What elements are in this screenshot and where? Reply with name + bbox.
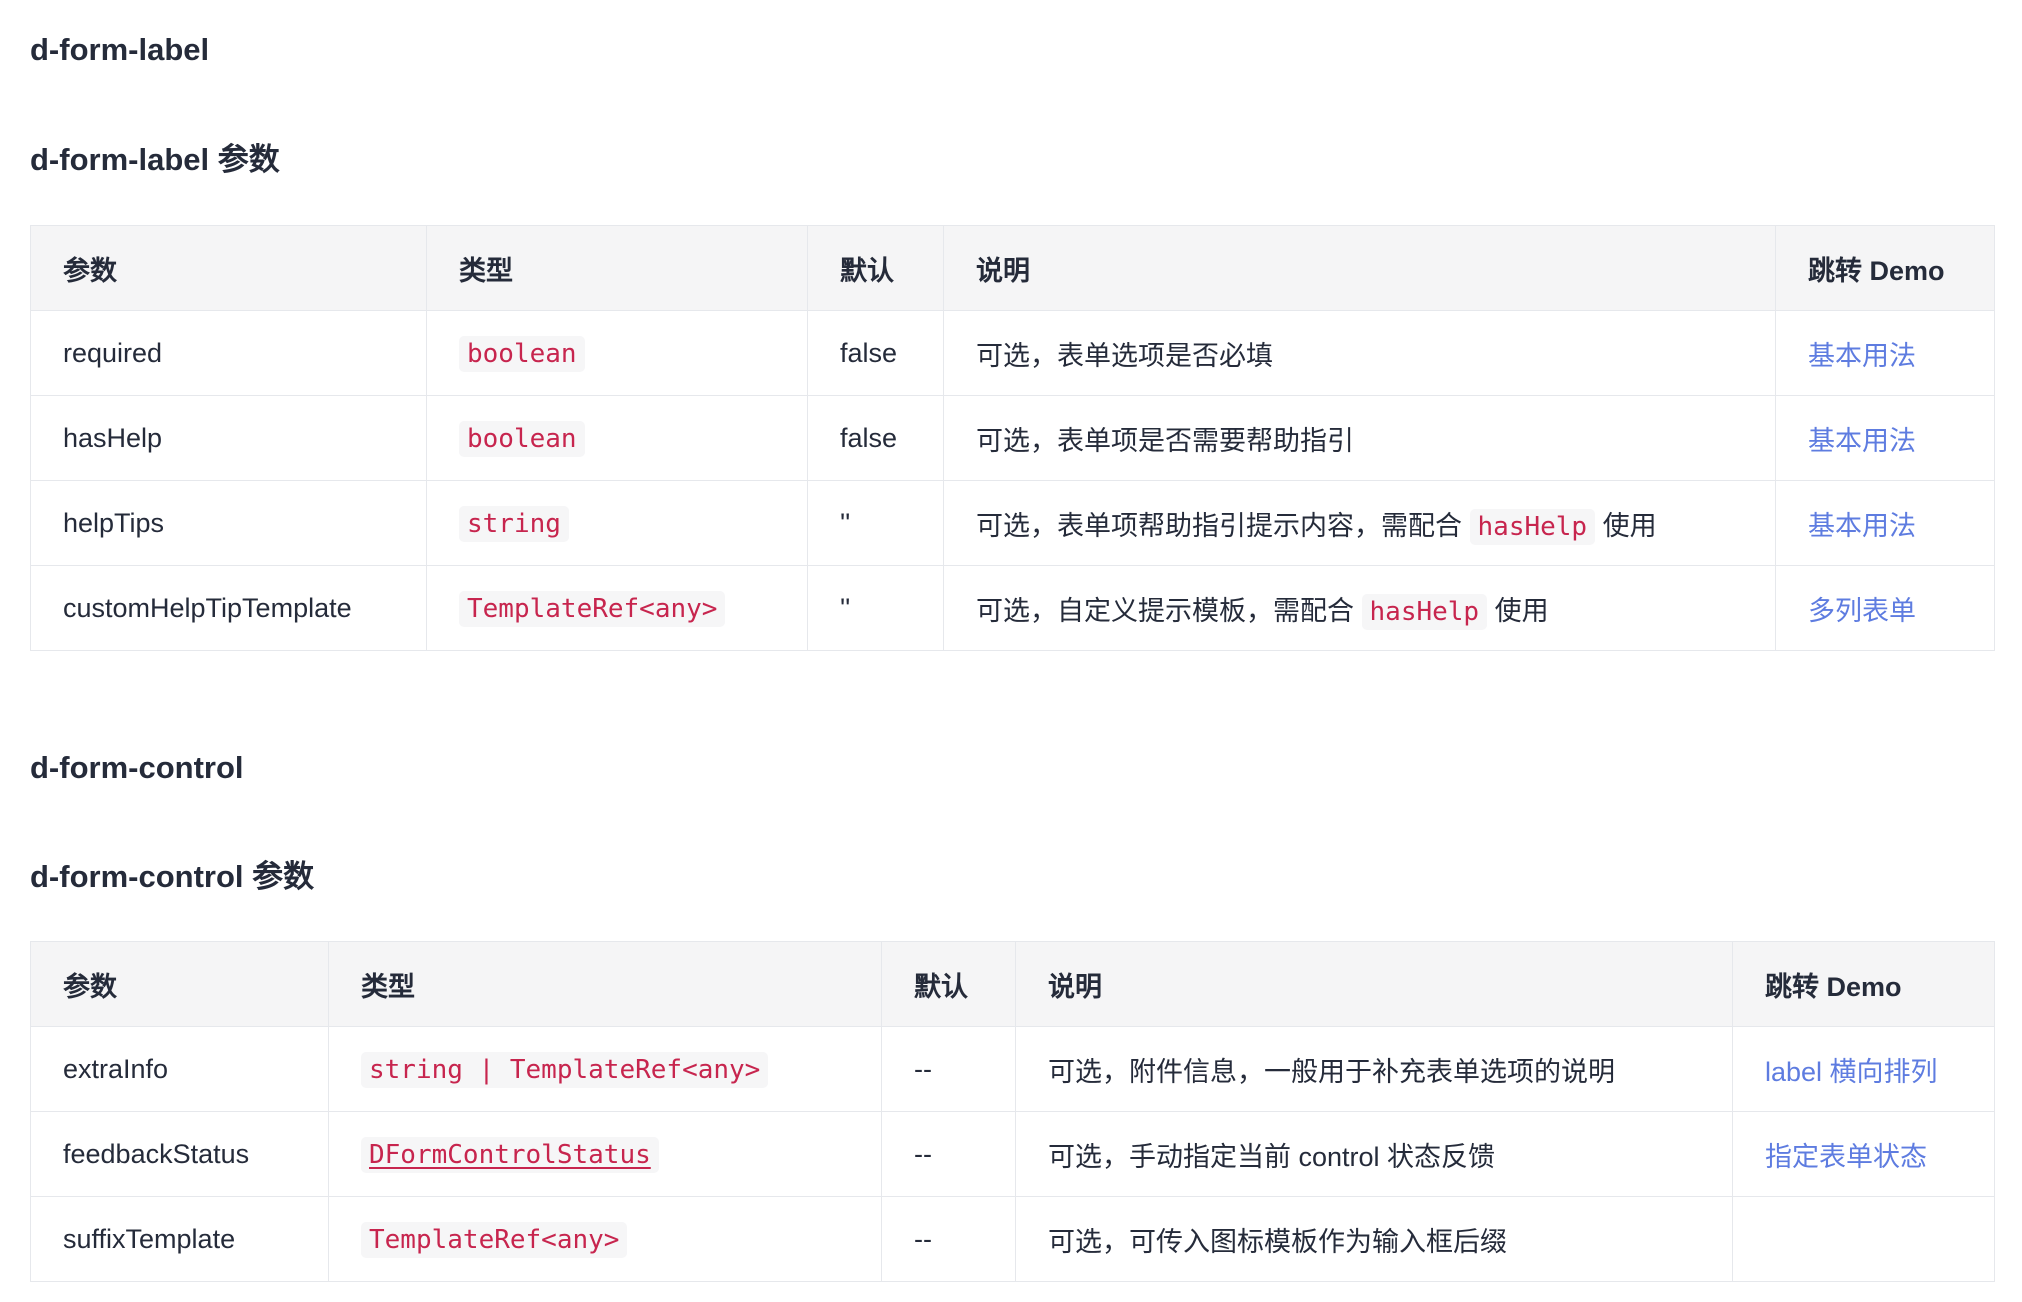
type-code: TemplateRef<any> — [361, 1221, 628, 1258]
column-header-param: 参数 — [30, 225, 427, 311]
form-control-params-table: 参数 类型 默认 说明 跳转 Demo extraInfo string | T… — [30, 941, 1995, 1282]
column-header-default: 默认 — [881, 941, 1016, 1027]
param-type: boolean — [426, 310, 808, 396]
param-type: TemplateRef<any> — [426, 565, 808, 651]
param-name: extraInfo — [30, 1026, 329, 1112]
section-heading-form-control: d-form-control — [30, 750, 244, 785]
param-description: 可选，自定义提示模板，需配合 hasHelp 使用 — [943, 565, 1776, 651]
type-code: boolean — [459, 335, 585, 372]
param-type: DFormControlStatus — [328, 1111, 882, 1197]
column-header-description: 说明 — [943, 225, 1776, 311]
type-code: DFormControlStatus — [361, 1136, 659, 1173]
demo-link-basic-usage[interactable]: 基本用法 — [1808, 341, 1916, 371]
column-header-param: 参数 — [30, 941, 329, 1027]
table-row: hasHelp boolean false 可选，表单项是否需要帮助指引 基本用… — [30, 395, 1995, 481]
param-default: '' — [807, 480, 944, 566]
param-description: 可选，表单项帮助指引提示内容，需配合 hasHelp 使用 — [943, 480, 1776, 566]
param-type: string — [426, 480, 808, 566]
param-default: -- — [881, 1111, 1016, 1197]
param-demo: 指定表单状态 — [1732, 1111, 1995, 1197]
param-description: 可选，可传入图标模板作为输入框后缀 — [1015, 1196, 1733, 1282]
param-default: false — [807, 310, 944, 396]
type-code: string | TemplateRef<any> — [361, 1051, 769, 1088]
param-default: '' — [807, 565, 944, 651]
param-name: hasHelp — [30, 395, 427, 481]
param-default: false — [807, 395, 944, 481]
param-description: 可选，表单项是否需要帮助指引 — [943, 395, 1776, 481]
table-row: suffixTemplate TemplateRef<any> -- 可选，可传… — [30, 1196, 1995, 1282]
column-header-description: 说明 — [1015, 941, 1733, 1027]
description-code: hasHelp — [1469, 508, 1596, 545]
column-header-default: 默认 — [807, 225, 944, 311]
type-code: TemplateRef<any> — [459, 590, 726, 627]
param-demo-empty — [1732, 1196, 1995, 1282]
type-code: string — [459, 505, 569, 542]
demo-link-multi-column-form[interactable]: 多列表单 — [1808, 596, 1916, 626]
demo-link-basic-usage[interactable]: 基本用法 — [1808, 426, 1916, 456]
param-demo: 基本用法 — [1775, 310, 1995, 396]
type-link-dformcontrolstatus[interactable]: DFormControlStatus — [361, 1136, 659, 1173]
param-name: customHelpTipTemplate — [30, 565, 427, 651]
section-heading-form-label: d-form-label — [30, 32, 210, 67]
param-name: suffixTemplate — [30, 1196, 329, 1282]
column-header-demo: 跳转 Demo — [1775, 225, 1995, 311]
table-row: customHelpTipTemplate TemplateRef<any> '… — [30, 565, 1995, 651]
table-row: required boolean false 可选，表单选项是否必填 基本用法 — [30, 310, 1995, 396]
param-type: string | TemplateRef<any> — [328, 1026, 882, 1112]
param-description: 可选，附件信息，一般用于补充表单选项的说明 — [1015, 1026, 1733, 1112]
description-text: 可选，表单项帮助指引提示内容，需配合 — [976, 510, 1470, 541]
param-description: 可选，手动指定当前 control 状态反馈 — [1015, 1111, 1733, 1197]
param-description: 可选，表单选项是否必填 — [943, 310, 1776, 396]
param-demo: 基本用法 — [1775, 395, 1995, 481]
type-code: boolean — [459, 420, 585, 457]
param-name: helpTips — [30, 480, 427, 566]
form-label-params-table: 参数 类型 默认 说明 跳转 Demo required boolean fal… — [30, 225, 1995, 651]
column-header-type: 类型 — [328, 941, 882, 1027]
param-default: -- — [881, 1026, 1016, 1112]
table-header-row: 参数 类型 默认 说明 跳转 Demo — [30, 225, 1995, 311]
table-header-row: 参数 类型 默认 说明 跳转 Demo — [30, 941, 1995, 1027]
subheading-form-label-params: d-form-label 参数 — [30, 142, 280, 177]
description-text-suffix: 使用 — [1487, 595, 1549, 626]
table-row: feedbackStatus DFormControlStatus -- 可选，… — [30, 1111, 1995, 1197]
param-name: required — [30, 310, 427, 396]
table-row: extraInfo string | TemplateRef<any> -- 可… — [30, 1026, 1995, 1112]
demo-link-basic-usage[interactable]: 基本用法 — [1808, 511, 1916, 541]
param-default: -- — [881, 1196, 1016, 1282]
subheading-form-control-params: d-form-control 参数 — [30, 859, 315, 894]
param-demo: 基本用法 — [1775, 480, 1995, 566]
param-demo: label 横向排列 — [1732, 1026, 1995, 1112]
demo-link-form-status[interactable]: 指定表单状态 — [1765, 1142, 1927, 1172]
param-name: feedbackStatus — [30, 1111, 329, 1197]
table-row: helpTips string '' 可选，表单项帮助指引提示内容，需配合 ha… — [30, 480, 1995, 566]
demo-link-label-horizontal[interactable]: label 横向排列 — [1765, 1057, 1938, 1087]
param-demo: 多列表单 — [1775, 565, 1995, 651]
description-text: 可选，表单项是否需要帮助指引 — [976, 425, 1354, 456]
column-header-type: 类型 — [426, 225, 808, 311]
description-text: 可选，自定义提示模板，需配合 — [976, 595, 1362, 626]
description-text: 可选，表单选项是否必填 — [976, 340, 1273, 371]
param-type: boolean — [426, 395, 808, 481]
description-text-suffix: 使用 — [1595, 510, 1657, 541]
description-code: hasHelp — [1361, 593, 1488, 630]
param-type: TemplateRef<any> — [328, 1196, 882, 1282]
column-header-demo: 跳转 Demo — [1732, 941, 1995, 1027]
